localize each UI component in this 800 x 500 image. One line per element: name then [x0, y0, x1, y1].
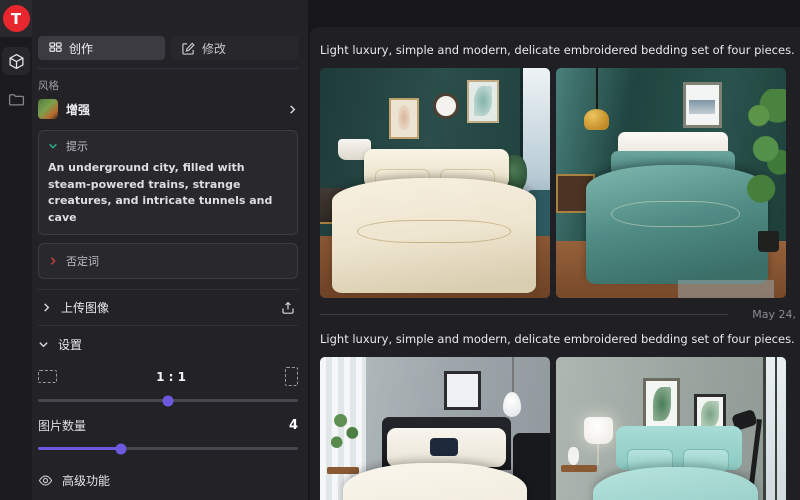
image-count-row: 图片数量 4	[38, 417, 298, 434]
settings-header[interactable]: 设置	[38, 336, 298, 353]
mode-tabs: 创作 修改	[38, 36, 298, 69]
chevron-down-icon	[38, 339, 49, 350]
image-count-label: 图片数量	[38, 417, 289, 434]
landscape-ratio-icon[interactable]	[38, 370, 57, 383]
advanced-features-row[interactable]: 高级功能	[38, 472, 298, 489]
generation-prompt-text: Light luxury, simple and modern, delicat…	[320, 332, 795, 346]
image-count-slider[interactable]	[38, 447, 298, 450]
prompt-section[interactable]: 提示 An underground city, filled with stea…	[38, 130, 298, 235]
aspect-ratio-row: 1 : 1	[38, 367, 298, 386]
eye-icon	[38, 473, 53, 488]
chevron-right-icon	[287, 104, 298, 115]
generated-image[interactable]	[556, 68, 786, 298]
date-label: May 24,	[752, 308, 796, 321]
main-area: Light luxury, simple and modern, delicat…	[308, 0, 800, 500]
sidebar: 创作 修改 风格 增强 提示	[32, 0, 308, 500]
generations-panel: Light luxury, simple and modern, delicat…	[310, 27, 800, 500]
left-rail: T	[0, 0, 32, 500]
slider-thumb[interactable]	[116, 443, 127, 454]
aspect-ratio-value: 1 : 1	[57, 370, 285, 384]
cube-icon[interactable]	[2, 47, 30, 75]
tab-modify[interactable]: 修改	[171, 36, 298, 60]
generation-prompt-text: Light luxury, simple and modern, delicat…	[320, 43, 795, 57]
settings-label: 设置	[58, 336, 82, 353]
edit-icon	[182, 42, 195, 55]
generated-image[interactable]	[320, 68, 550, 298]
generation-group: Light luxury, simple and modern, delicat…	[320, 328, 796, 500]
image-grid	[320, 68, 796, 298]
upload-icon[interactable]	[281, 301, 295, 315]
slider-thumb[interactable]	[163, 395, 174, 406]
chevron-down-icon	[48, 141, 58, 151]
slider-fill	[38, 447, 121, 450]
generated-image[interactable]	[556, 357, 786, 500]
date-divider: May 24,	[320, 308, 796, 321]
style-selector[interactable]: 增强	[38, 99, 298, 119]
folder-icon[interactable]	[2, 85, 30, 113]
generation-prompt-row: Light luxury, simple and modern, delicat…	[320, 328, 796, 350]
tab-modify-label: 修改	[202, 40, 226, 57]
aspect-ratio-slider[interactable]	[38, 399, 298, 402]
style-thumbnail	[38, 99, 58, 119]
app-window: T 创作	[0, 0, 800, 500]
style-label: 风格	[38, 78, 298, 93]
image-count-value: 4	[289, 418, 298, 433]
generation-prompt-row: Light luxury, simple and modern, delicat…	[320, 39, 796, 61]
user-avatar[interactable]: T	[3, 5, 30, 32]
prompt-input[interactable]: An underground city, filled with steam-p…	[48, 160, 288, 226]
prompt-header[interactable]: 提示	[48, 138, 288, 154]
image-grid	[320, 357, 796, 500]
generation-group: Light luxury, simple and modern, delicat…	[320, 39, 796, 321]
portrait-ratio-icon[interactable]	[285, 367, 298, 386]
upload-image-row[interactable]: 上传图像	[38, 289, 298, 326]
divider-line	[320, 314, 728, 315]
grid-icon	[49, 42, 62, 55]
tab-create[interactable]: 创作	[38, 36, 165, 60]
negative-header[interactable]: 否定词	[48, 253, 288, 269]
generated-image[interactable]	[320, 357, 550, 500]
style-value: 增强	[66, 101, 279, 118]
upload-label: 上传图像	[61, 299, 272, 316]
advanced-features-label: 高级功能	[62, 472, 110, 489]
tab-create-label: 创作	[69, 40, 93, 57]
negative-section[interactable]: 否定词	[38, 243, 298, 279]
prompt-label: 提示	[66, 138, 88, 154]
negative-label: 否定词	[66, 253, 99, 269]
chevron-right-icon	[41, 302, 52, 313]
chevron-right-icon	[48, 256, 58, 266]
rail-top: T	[0, 0, 32, 37]
